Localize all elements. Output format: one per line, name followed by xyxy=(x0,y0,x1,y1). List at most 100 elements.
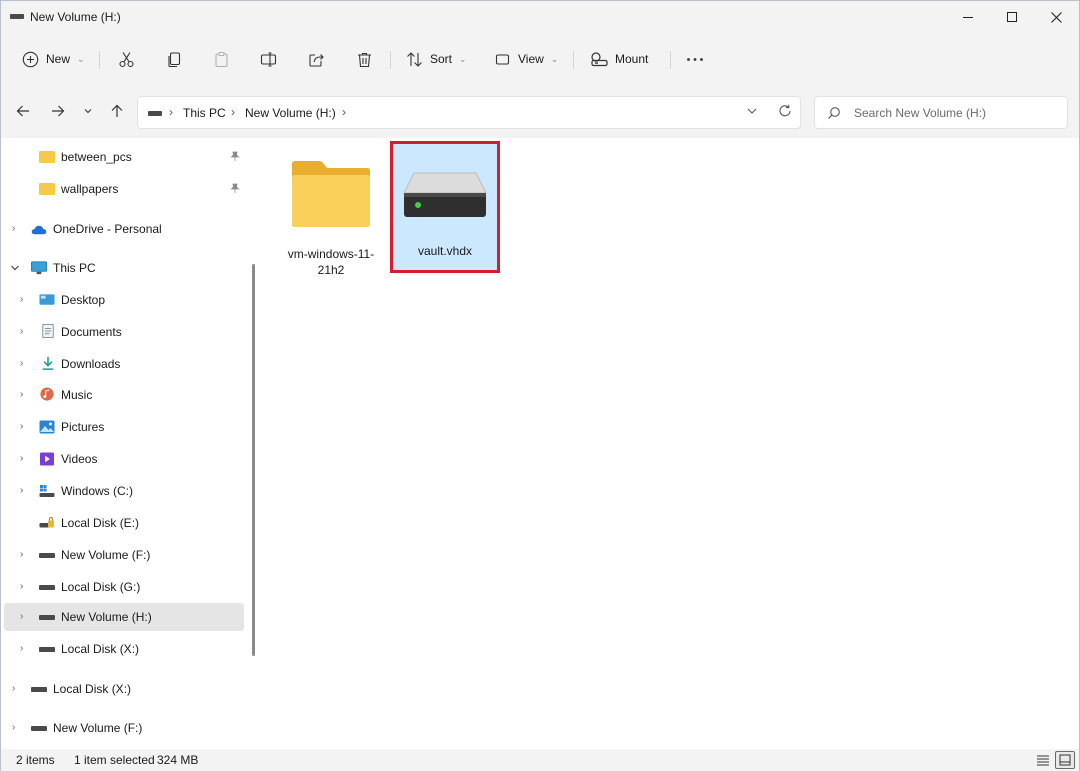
sidebar-item-label: between_pcs xyxy=(61,150,132,164)
more-options-button[interactable] xyxy=(686,44,704,74)
delete-button[interactable] xyxy=(356,44,373,74)
arrow-left-icon xyxy=(16,105,29,117)
drive-icon xyxy=(39,553,55,558)
sidebar-item-local-disk-g[interactable]: › Local Disk (G:) xyxy=(4,573,244,601)
chevron-right-icon[interactable]: › xyxy=(20,549,23,560)
folder-icon xyxy=(39,183,55,195)
videos-icon xyxy=(40,452,54,466)
back-button[interactable] xyxy=(11,99,35,123)
drive-icon xyxy=(148,111,162,116)
sidebar-item-windows-c[interactable]: › Windows (C:) xyxy=(4,477,244,505)
sidebar-item-this-pc[interactable]: This PC xyxy=(4,254,244,282)
chevron-right-icon[interactable]: › xyxy=(12,722,15,733)
file-name: vault.vhdx xyxy=(417,244,473,258)
minimize-icon xyxy=(963,16,973,18)
chevron-down-icon: ⌄ xyxy=(550,53,559,64)
sidebar-item-local-disk-e[interactable]: Local Disk (E:) xyxy=(4,509,244,537)
maximize-button[interactable] xyxy=(989,1,1035,33)
refresh-icon xyxy=(779,104,791,117)
search-box[interactable]: Search New Volume (H:) xyxy=(814,96,1068,129)
sidebar-item-local-disk-x[interactable]: › Local Disk (X:) xyxy=(4,635,244,663)
address-bar[interactable]: › This PC › New Volume (H:) › xyxy=(137,96,801,129)
file-tile[interactable]: vault.vhdx xyxy=(390,141,500,273)
sidebar-item-documents[interactable]: › Documents xyxy=(4,318,244,346)
mount-button[interactable]: Mount xyxy=(590,44,648,74)
copy-icon xyxy=(168,51,181,67)
address-dropdown-button[interactable] xyxy=(746,105,758,120)
chevron-right-icon[interactable]: › xyxy=(20,294,23,305)
sidebar-item-new-volume-h[interactable]: › New Volume (H:) xyxy=(4,603,244,631)
sidebar-item-wallpapers[interactable]: wallpapers xyxy=(4,175,244,203)
cut-button[interactable] xyxy=(118,44,135,74)
details-view-button[interactable] xyxy=(1033,751,1053,769)
sort-button[interactable]: Sort ⌄ xyxy=(406,44,467,74)
sidebar-item-local-disk-x-network[interactable]: › Local Disk (X:) xyxy=(4,675,244,703)
locked-drive-icon xyxy=(39,517,54,528)
selection-count: 1 item selected xyxy=(74,753,155,767)
new-button[interactable]: New ⌄ xyxy=(22,44,85,74)
selection-size: 324 MB xyxy=(157,753,199,767)
recent-locations-button[interactable] xyxy=(76,99,100,123)
chevron-right-icon[interactable]: › xyxy=(20,453,23,464)
chevron-right-icon: › xyxy=(342,105,346,119)
new-label: New xyxy=(46,52,71,66)
sidebar-item-new-volume-f[interactable]: › New Volume (F:) xyxy=(4,541,244,569)
chevron-right-icon[interactable]: › xyxy=(12,223,15,234)
chevron-down-icon: ⌄ xyxy=(77,53,85,64)
paste-button[interactable] xyxy=(213,44,230,74)
up-button[interactable] xyxy=(105,99,129,123)
chevron-right-icon[interactable]: › xyxy=(20,421,23,432)
sidebar-scrollbar[interactable] xyxy=(252,264,255,656)
sidebar-item-between-pcs[interactable]: between_pcs xyxy=(4,143,244,171)
chevron-right-icon[interactable]: › xyxy=(20,326,23,337)
drive-icon xyxy=(39,647,55,652)
share-button[interactable] xyxy=(308,44,325,74)
chevron-right-icon[interactable]: › xyxy=(20,611,23,622)
plus-circle-icon xyxy=(22,51,39,67)
sidebar-item-new-volume-f-removable[interactable]: › New Volume (F:) xyxy=(4,714,244,742)
minimize-button[interactable] xyxy=(945,1,991,33)
sidebar-item-label: Documents xyxy=(61,325,122,339)
chevron-right-icon: › xyxy=(169,105,173,119)
sidebar-item-videos[interactable]: › Videos xyxy=(4,445,244,473)
drive-icon xyxy=(39,615,55,620)
chevron-right-icon[interactable]: › xyxy=(12,683,15,694)
share-icon xyxy=(309,53,324,67)
sidebar-item-label: Local Disk (X:) xyxy=(61,642,140,656)
forward-button[interactable] xyxy=(46,99,70,123)
sidebar-item-music[interactable]: › Music xyxy=(4,381,244,409)
chevron-down-icon[interactable] xyxy=(10,264,20,272)
chevron-right-icon[interactable]: › xyxy=(20,358,23,369)
content-area: between_pcs wallpapers › OneDrive - Pers… xyxy=(1,138,1079,749)
breadcrumb-this-pc[interactable]: This PC xyxy=(183,106,226,120)
maximize-icon xyxy=(1007,12,1017,22)
pin-icon xyxy=(230,151,240,161)
chevron-right-icon[interactable]: › xyxy=(20,389,23,400)
item-count: 2 items xyxy=(16,753,55,767)
pictures-icon xyxy=(39,420,55,434)
toolbar-divider xyxy=(670,51,671,69)
file-tile[interactable]: vm-windows-11-21h2 xyxy=(279,142,383,277)
sidebar-item-label: New Volume (H:) xyxy=(61,610,152,624)
sidebar-item-pictures[interactable]: › Pictures xyxy=(4,413,244,441)
large-icons-view-button[interactable] xyxy=(1055,751,1075,769)
rename-button[interactable] xyxy=(260,44,277,74)
refresh-button[interactable] xyxy=(778,104,792,121)
copy-button[interactable] xyxy=(166,44,183,74)
chevron-right-icon[interactable]: › xyxy=(20,581,23,592)
breadcrumb-current-drive[interactable]: New Volume (H:) xyxy=(245,106,336,120)
close-button[interactable] xyxy=(1033,1,1079,33)
download-icon xyxy=(42,356,54,370)
sidebar-item-label: Videos xyxy=(61,452,98,466)
chevron-right-icon[interactable]: › xyxy=(20,643,23,654)
search-input[interactable]: Search New Volume (H:) xyxy=(854,106,986,120)
chevron-down-icon: ⌄ xyxy=(459,53,467,64)
toolbar-divider xyxy=(390,51,391,69)
drive-icon xyxy=(10,14,24,19)
chevron-right-icon[interactable]: › xyxy=(20,485,23,496)
view-button[interactable]: View ⌄ xyxy=(494,44,558,74)
sidebar-item-onedrive[interactable]: › OneDrive - Personal xyxy=(4,215,244,243)
tiles-view-icon xyxy=(1059,754,1071,766)
sidebar-item-downloads[interactable]: › Downloads xyxy=(4,350,244,378)
sidebar-item-desktop[interactable]: › Desktop xyxy=(4,286,244,314)
